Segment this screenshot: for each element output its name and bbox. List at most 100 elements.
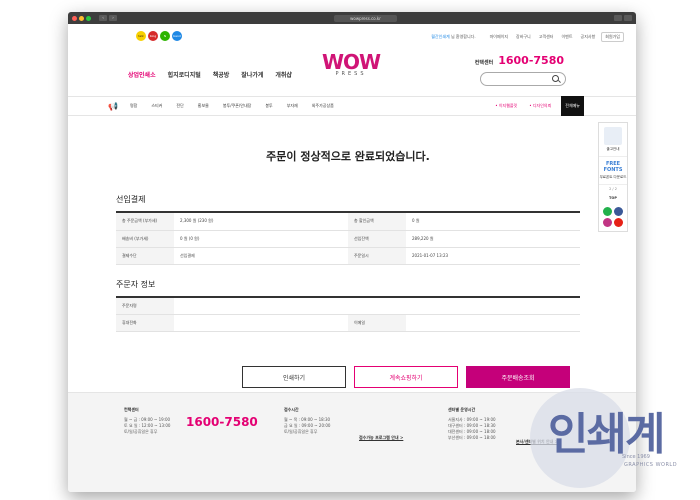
table-cell [406, 297, 580, 315]
watermark-since: Since 1969 [622, 454, 650, 460]
site-logo[interactable]: WOW PRESS [320, 50, 382, 77]
address-bar[interactable]: wowpress.co.kr [119, 14, 612, 22]
all-menu-button[interactable]: 전체메뉴 [561, 96, 584, 116]
table-header-cell: 휴대전화 [116, 314, 174, 332]
footer-contact: 컨택센터 월 ~ 금 : 09:00 ~ 19:00 토 요 일 : 12:00… [124, 407, 170, 435]
table-cell [406, 314, 580, 332]
instagram-icon[interactable] [603, 218, 612, 227]
table-cell: 2021-01-07 13:23 [406, 247, 580, 265]
kakao-icon[interactable]: talk [136, 31, 146, 41]
forward-icon[interactable]: › [109, 15, 117, 21]
nav-store[interactable]: 잘나가게 [241, 70, 263, 79]
table-header-cell: 주문일시 [348, 247, 406, 265]
youtube-icon[interactable] [614, 218, 623, 227]
orderer-section-title: 주문자 정보 [116, 279, 580, 298]
join-button[interactable]: 회원가입 [601, 32, 624, 42]
footer-centers-title: 센터별 운영시간 [448, 407, 476, 412]
category-item[interactable]: 봉투 [265, 103, 272, 109]
shipping-guide-item[interactable]: 출고안내 [599, 123, 627, 157]
shipping-guide-label: 출고안내 [606, 147, 620, 151]
naver-icon[interactable]: N [160, 31, 170, 41]
minimize-window-button[interactable] [79, 15, 84, 21]
footer-contact-title: 컨택센터 [124, 407, 139, 412]
action-buttons: 인쇄하기 계속쇼핑하기 주문배송조회 [242, 366, 578, 388]
watermark-text: 인쇄계 [548, 409, 665, 460]
table-cell: 289,220 원 [406, 230, 580, 248]
link-mypage[interactable]: 마이페이지 [490, 34, 508, 40]
free-fonts-label: 무료폰트 다운로드 [599, 175, 627, 179]
category-item[interactable]: 외주가공상품 [312, 103, 334, 109]
nav-digital[interactable]: 힙지로디지털 [168, 70, 201, 79]
table-cell [174, 314, 348, 332]
watermark-brand: GRAPHICS WORLD [624, 462, 678, 468]
nav-book-studio[interactable]: 책공방 [213, 70, 230, 79]
nav-personal-shop[interactable]: 개취샵 [275, 70, 292, 79]
footer-hours: 접수시간 월 ~ 목 : 09:00 ~ 18:30 금 요 일 : 09:00… [284, 407, 330, 435]
category-item[interactable]: 부자재 [287, 103, 298, 109]
orderer-table: 주문자명 휴대전화 이메일 [116, 297, 580, 332]
contact-phone: 1600-7580 [498, 54, 564, 67]
table-header-cell: 총 할인금액 [348, 213, 406, 231]
back-icon[interactable]: ‹ [99, 15, 107, 21]
program-guide-link[interactable]: 접수가능 프로그램 안내 > [359, 435, 403, 441]
table-cell [174, 297, 348, 315]
table-row: 총 주문금액 (부가세) 2,300 원 (230 원) 총 할인금액 0 원 [116, 213, 580, 231]
table-row: 결제수단 선입결제 주문일시 2021-01-07 13:23 [116, 247, 580, 265]
link-notices[interactable]: 공지사항 [581, 34, 596, 40]
payment-section-title: 선입결제 [116, 194, 580, 213]
site-header: 상업인쇄소 힙지로디지털 책공방 잘나가게 개취샵 WOW PRESS 컨택센터… [68, 46, 636, 96]
line-icon[interactable] [603, 207, 612, 216]
megaphone-icon[interactable]: 📢 [108, 102, 122, 111]
nav-commercial-print[interactable]: 상업인쇄소 [128, 70, 156, 79]
category-item[interactable]: 스티커 [151, 103, 162, 109]
site-topbar: talk blog N band 월간인쇄계 님 환영합니다. 마이페이지 장바… [68, 24, 636, 46]
url-text: wowpress.co.kr [334, 14, 397, 22]
footer-hours-line: 토/일/공휴일은 휴무 [284, 429, 318, 434]
print-button[interactable]: 인쇄하기 [242, 366, 346, 388]
category-items: 명함 스티커 전단 홍보물 봉투/쿠폰/안내장 봉투 부자재 외주가공상품 [130, 103, 348, 109]
quick-pager[interactable]: 2 / 2 [599, 185, 627, 193]
table-header-cell: 총 주문금액 (부가세) [116, 213, 174, 231]
header-contact: 컨택센터 1600-7580 [475, 54, 564, 67]
search-input[interactable] [480, 72, 566, 86]
design-request-link[interactable]: • 디자인의뢰 [529, 103, 551, 109]
facebook-icon[interactable] [614, 207, 623, 216]
table-row: 주문자명 [116, 297, 580, 315]
quick-sidebar: 출고안내 FREE FONTS 무료폰트 다운로드 2 / 2 TOP [598, 122, 628, 232]
footer-phone: 1600-7580 [186, 415, 258, 429]
category-item[interactable]: 명함 [130, 103, 137, 109]
search-icon[interactable] [552, 75, 559, 82]
close-window-button[interactable] [72, 15, 77, 21]
category-item[interactable]: 전단 [176, 103, 183, 109]
category-nav: 📢 명함 스티커 전단 홍보물 봉투/쿠폰/안내장 봉투 부자재 외주가공상품 … [68, 96, 636, 116]
maximize-window-button[interactable] [86, 15, 91, 21]
table-cell: 2,300 원 (230 원) [174, 213, 348, 231]
band-icon[interactable]: band [172, 31, 182, 41]
top-sns-links: talk blog N band [136, 31, 184, 41]
table-cell: 선입결제 [174, 247, 348, 265]
welcome-suffix: 님 환영합니다. [450, 34, 476, 39]
continue-shopping-button[interactable]: 계속쇼핑하기 [354, 366, 458, 388]
welcome-message: 월간인쇄계 님 환영합니다. [431, 34, 475, 40]
category-item[interactable]: 봉투/쿠폰/안내장 [223, 103, 251, 109]
category-item[interactable]: 홍보물 [198, 103, 209, 109]
link-cart[interactable]: 장바구니 [516, 34, 531, 40]
link-events[interactable]: 이벤트 [561, 34, 572, 40]
page-title: 주문이 정상적으로 완료되었습니다. [266, 150, 430, 163]
table-header-cell: 배송비 (부가세) [116, 230, 174, 248]
table-header-cell: 주문자명 [116, 297, 174, 315]
table-header-cell: 선입잔액 [348, 230, 406, 248]
contact-label: 컨택센터 [474, 60, 494, 66]
order-complete-content: 주문이 정상적으로 완료되었습니다. 선입결제 총 주문금액 (부가세) 2,3… [116, 128, 580, 388]
quick-card: 출고안내 FREE FONTS 무료폰트 다운로드 2 / 2 TOP [598, 122, 628, 232]
free-fonts-item[interactable]: FREE FONTS 무료폰트 다운로드 [599, 157, 627, 185]
scroll-top-button[interactable]: TOP [599, 193, 627, 203]
table-row: 휴대전화 이메일 [116, 314, 580, 332]
new-tab-icon[interactable] [624, 15, 632, 21]
easy-web-link[interactable]: • 이지웹플릿 [495, 103, 517, 109]
naver-blog-icon[interactable]: blog [148, 31, 158, 41]
main-nav: 상업인쇄소 힙지로디지털 책공방 잘나가게 개취샵 [128, 70, 304, 79]
table-cell: 0 원 [406, 213, 580, 231]
share-icon[interactable] [614, 15, 622, 21]
link-customer-center[interactable]: 고객센터 [539, 34, 554, 40]
